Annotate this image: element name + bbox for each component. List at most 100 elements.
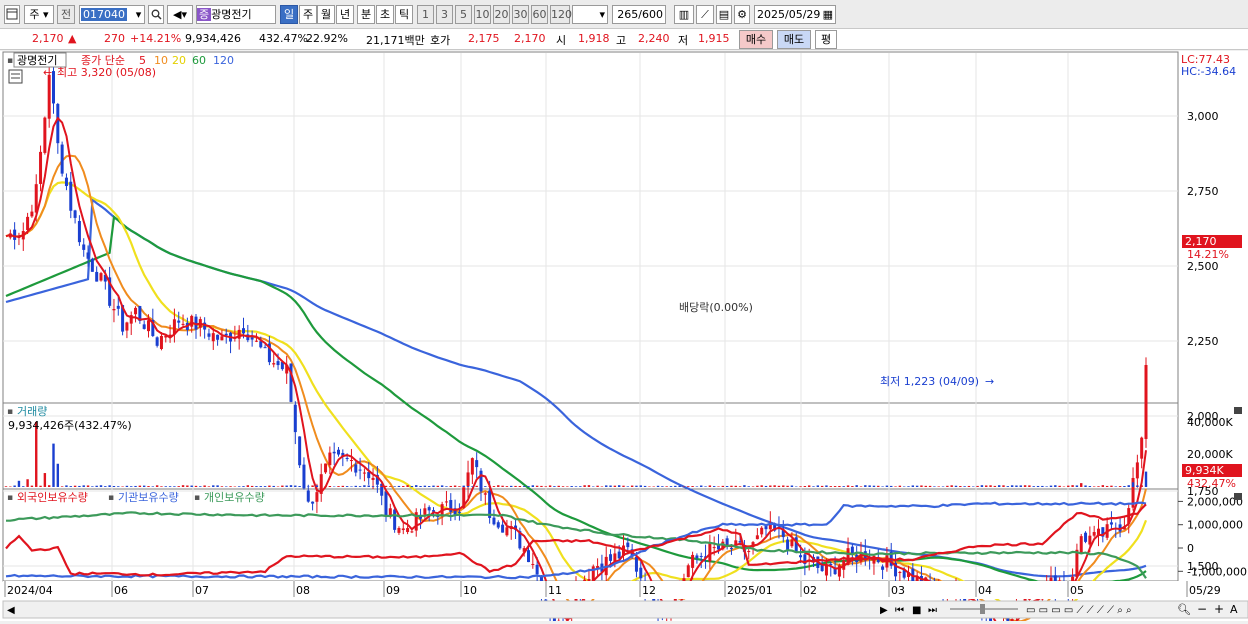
volume-bar <box>674 486 676 487</box>
data-count-field[interactable]: 265/600 <box>612 5 666 24</box>
interval-button-3[interactable]: 3 <box>436 5 453 24</box>
interval-button-5[interactable]: 5 <box>455 5 472 24</box>
font-size-icon[interactable]: A <box>1230 603 1238 616</box>
volume-bar <box>169 486 171 487</box>
code-dropdown-icon[interactable]: ▾ <box>133 5 145 24</box>
scroll-first-icon[interactable]: ⏮ <box>895 605 904 616</box>
volume-bar <box>1089 486 1091 487</box>
volume-bar <box>303 486 305 487</box>
volume-bar <box>428 486 430 487</box>
calculator-icon[interactable] <box>9 70 22 83</box>
candle-body <box>207 333 210 336</box>
date-field[interactable]: 2025/05/29 ▦ <box>754 5 836 24</box>
market-badge: 증 <box>197 8 211 21</box>
volume-bar <box>1140 485 1142 487</box>
settings-gear-icon[interactable]: ⚙ <box>734 5 750 24</box>
volume-bar <box>22 486 24 487</box>
sell-button[interactable]: 매도 <box>777 30 811 49</box>
calendar-icon[interactable]: ▦ <box>823 6 833 23</box>
stop-icon[interactable]: ■ <box>912 605 921 616</box>
interval-button-30[interactable]: 30 <box>512 5 529 24</box>
zoom-out-icon[interactable]: 🔍︎ <box>1177 603 1191 616</box>
volume-bar <box>83 485 85 487</box>
volume-bar <box>130 486 132 487</box>
candle-body <box>333 452 336 453</box>
x-axis-label: 07 <box>195 584 209 597</box>
volume-bar <box>1076 485 1078 487</box>
chart-menu-icon[interactable] <box>4 5 20 24</box>
price-panel[interactable] <box>3 52 1178 403</box>
volume-bar <box>514 486 516 487</box>
candle-body <box>397 528 400 533</box>
candle-body <box>39 152 42 184</box>
volume-bar <box>588 485 590 487</box>
holdings-tick-label: 1,000,000 <box>1187 519 1243 532</box>
volume-bar <box>657 486 659 487</box>
prev-button[interactable]: 전 <box>57 5 75 24</box>
holdings-panel-handle-icon[interactable]: ▪ <box>7 493 13 503</box>
period-button-5[interactable]: 초 <box>376 5 394 24</box>
interval-button-1[interactable]: 1 <box>417 5 434 24</box>
interval-button-10[interactable]: 10 <box>474 5 491 24</box>
interval-button-120[interactable]: 120 <box>550 5 570 24</box>
candle-type-icon[interactable]: ▥ <box>674 5 694 24</box>
chart-area[interactable]: 광명전기 ▪ 종가 단순 5 10 20 60 120 ← 최고 3,320 (… <box>0 51 1248 621</box>
buy-button[interactable]: 매수 <box>739 30 773 49</box>
volume-bar <box>627 486 629 487</box>
volume-bar <box>709 485 711 487</box>
period-button-4[interactable]: 분 <box>357 5 375 24</box>
candle-body <box>56 104 59 143</box>
volume-bar <box>1033 486 1035 487</box>
stock-name-field[interactable]: 증광명전기 <box>196 5 276 24</box>
volume-bar <box>346 486 348 487</box>
volume-bar <box>665 486 667 487</box>
holdings-panel-close-icon[interactable] <box>1234 493 1242 500</box>
volume-bar <box>363 485 365 487</box>
holdings-panel[interactable] <box>3 489 1178 581</box>
period-button-0[interactable]: 일 <box>280 5 298 24</box>
panel-handle-icon[interactable]: ▪ <box>7 56 13 66</box>
volume-bar <box>804 486 806 487</box>
ma10-legend: 10 <box>154 54 168 67</box>
period-button-2[interactable]: 월 <box>317 5 335 24</box>
volume-panel-close-icon[interactable] <box>1234 407 1242 414</box>
count-max: /600 <box>638 8 663 21</box>
period-type-select[interactable]: 주 ▾ <box>24 5 54 24</box>
save-icon[interactable]: ▤ <box>716 5 732 24</box>
zoom-slider-handle[interactable] <box>980 604 985 614</box>
bid-price: 2,170 <box>514 32 546 45</box>
volume-bar <box>704 486 706 487</box>
scroll-left-icon[interactable]: ◀ <box>7 605 15 616</box>
line-tool-icon[interactable]: ⟋ <box>696 5 714 24</box>
volume-bar <box>432 486 434 487</box>
period-button-6[interactable]: 틱 <box>395 5 413 24</box>
candle-body <box>799 555 802 557</box>
candle-body <box>324 464 327 473</box>
scroll-last-icon[interactable]: ⏭ <box>928 605 937 616</box>
stock-chart-svg[interactable]: 광명전기 ▪ 종가 단순 5 10 20 60 120 ← 최고 3,320 (… <box>0 51 1248 621</box>
volume-bar <box>247 485 249 487</box>
scroll-right-icon[interactable]: ▶ <box>880 605 888 616</box>
volume-bar <box>398 486 400 487</box>
search-icon[interactable] <box>148 5 164 24</box>
sound-icon[interactable]: ◀▾ <box>167 5 193 24</box>
minus-icon[interactable]: − <box>1197 602 1207 616</box>
volume-bar <box>268 486 270 487</box>
volume-bar <box>242 486 244 487</box>
volume-panel-handle-icon[interactable]: ▪ <box>7 407 13 417</box>
interval-button-60[interactable]: 60 <box>531 5 548 24</box>
plus-icon[interactable]: + <box>1214 602 1224 616</box>
candle-body <box>372 478 375 480</box>
volume-bar <box>583 485 585 487</box>
avg-button[interactable]: 평 <box>815 30 837 49</box>
volume-bar <box>735 486 737 487</box>
candle-body <box>52 71 55 103</box>
period-button-1[interactable]: 주 <box>299 5 317 24</box>
custom-interval-select[interactable]: ▾ <box>572 5 608 24</box>
layout-icons[interactable]: ▭ ▭ ▭ ▭ ⟋ ⟋ ⟋ ⟋ ⌕ ⌕ <box>1026 605 1132 616</box>
volume-bar <box>380 486 382 487</box>
candle-body <box>1093 532 1096 536</box>
candle-body <box>445 501 448 502</box>
period-button-3[interactable]: 년 <box>336 5 354 24</box>
interval-button-20[interactable]: 20 <box>493 5 510 24</box>
